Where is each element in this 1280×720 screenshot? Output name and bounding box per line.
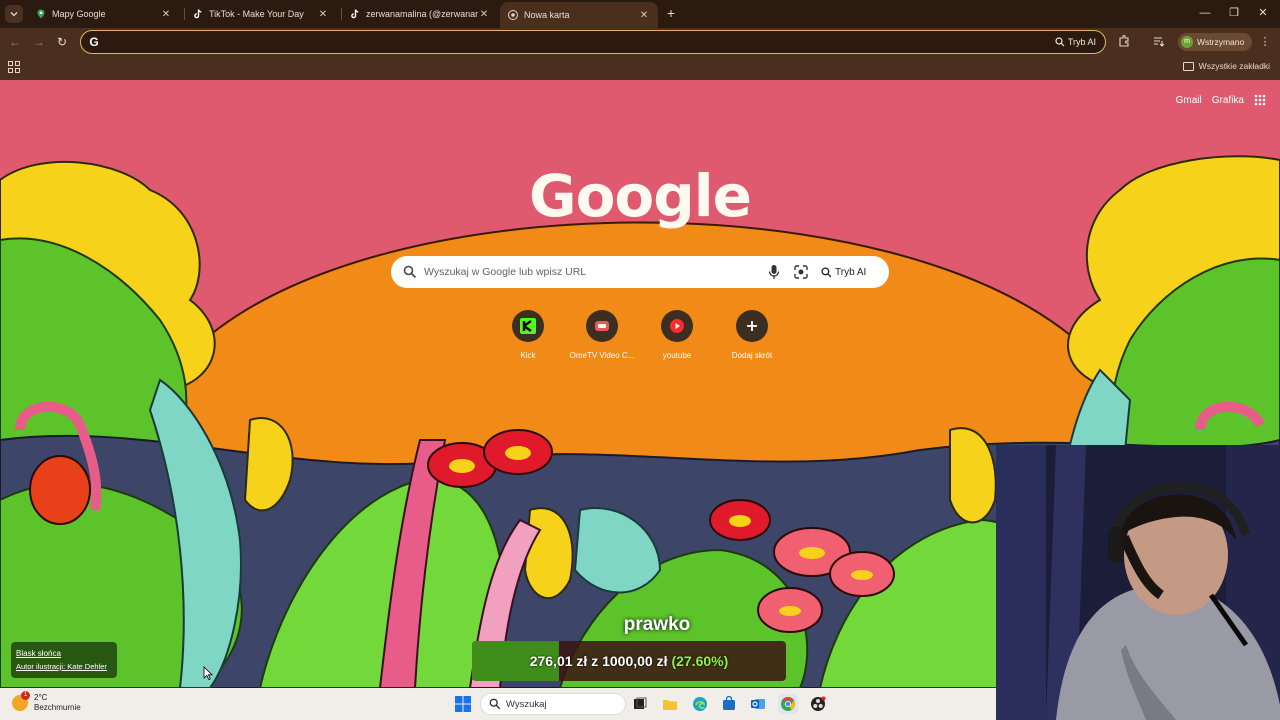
new-tab-button[interactable]: + bbox=[664, 6, 678, 20]
profile-button[interactable]: m Wstrzymano bbox=[1178, 33, 1252, 51]
notification-badge: 1 bbox=[21, 691, 30, 700]
weather-temperature: 2°C bbox=[34, 693, 48, 702]
chevron-down-icon bbox=[10, 12, 18, 17]
reload-icon[interactable]: ↻ bbox=[55, 35, 69, 49]
tab-zerwanamalina[interactable]: zerwanamalina (@zerwanamali ✕ bbox=[342, 3, 498, 25]
ometv-icon bbox=[595, 321, 609, 331]
restore-icon[interactable]: ❐ bbox=[1227, 6, 1241, 20]
ai-mode-label: Tryb AI bbox=[835, 266, 867, 278]
reading-list-icon[interactable] bbox=[1152, 35, 1166, 49]
background-title-link[interactable]: Blask słońca bbox=[16, 647, 112, 660]
profile-status-label: Wstrzymano bbox=[1197, 37, 1245, 47]
shortcut-ometv[interactable]: OmeTV Video C... bbox=[565, 310, 639, 360]
shortcut-kick[interactable]: Kick bbox=[491, 310, 565, 360]
close-icon[interactable]: ✕ bbox=[478, 8, 490, 20]
store-icon[interactable] bbox=[719, 694, 739, 714]
close-icon[interactable]: ✕ bbox=[638, 9, 650, 21]
background-credit[interactable]: Blask słońca Autor ilustracji: Kate Dehl… bbox=[11, 642, 117, 678]
shortcut-label: youtube bbox=[662, 351, 692, 360]
tab-strip: Mapy Google ✕ TikTok - Make Your Day ✕ z… bbox=[0, 0, 1280, 28]
google-lens-icon[interactable] bbox=[793, 264, 809, 280]
edge-icon[interactable] bbox=[690, 694, 710, 714]
address-bar[interactable]: G Tryb AI bbox=[80, 30, 1106, 54]
shortcut-label: Dodaj skrót bbox=[731, 351, 773, 360]
search-icon bbox=[489, 698, 501, 710]
avatar: m bbox=[1181, 36, 1193, 48]
ai-mode-button[interactable]: Tryb AI bbox=[1052, 34, 1099, 50]
kebab-menu-icon[interactable]: ⋮ bbox=[1258, 35, 1272, 49]
obs-icon[interactable] bbox=[808, 694, 828, 714]
tab-maps[interactable]: Mapy Google ✕ bbox=[28, 3, 180, 25]
maps-pin-icon bbox=[36, 9, 46, 19]
all-bookmarks-label: Wszystkie zakładki bbox=[1198, 61, 1270, 71]
goal-current: 276,01 zł bbox=[529, 653, 588, 669]
tab-tiktok[interactable]: TikTok - Make Your Day ✕ bbox=[185, 3, 337, 25]
window-close-icon[interactable]: ✕ bbox=[1256, 6, 1270, 20]
weather-widget[interactable]: 1 2°C Bezchmurnie bbox=[12, 691, 81, 713]
ai-mode-label: Tryb AI bbox=[1067, 37, 1096, 47]
file-explorer-icon[interactable] bbox=[660, 694, 680, 714]
address-input[interactable] bbox=[105, 33, 1045, 51]
back-arrow-icon[interactable]: ← bbox=[8, 35, 22, 49]
windows-start-icon[interactable] bbox=[455, 696, 471, 712]
google-g-icon: G bbox=[89, 35, 99, 49]
tab-label: TikTok - Make Your Day bbox=[209, 9, 304, 19]
search-icon bbox=[403, 265, 417, 279]
tiktok-icon bbox=[350, 9, 360, 19]
outlook-icon[interactable] bbox=[748, 694, 768, 714]
ai-mode-button[interactable]: Tryb AI bbox=[821, 263, 866, 281]
chrome-icon[interactable] bbox=[778, 694, 798, 714]
goal-percent: (27.60%) bbox=[671, 653, 729, 669]
ntp-search-box[interactable]: Tryb AI bbox=[391, 256, 889, 288]
windows-taskbar: 1 2°C Bezchmurnie Wyszukaj bbox=[0, 688, 996, 720]
extensions-puzzle-icon[interactable] bbox=[1117, 34, 1131, 49]
mouse-cursor-icon bbox=[203, 666, 213, 680]
sparkle-search-icon bbox=[1055, 37, 1065, 47]
shortcut-youtube[interactable]: youtube bbox=[640, 310, 714, 360]
images-link[interactable]: Grafika bbox=[1212, 95, 1244, 106]
microphone-icon[interactable] bbox=[767, 264, 781, 280]
taskbar-search[interactable]: Wyszukaj bbox=[480, 693, 626, 715]
task-view-icon[interactable] bbox=[630, 694, 650, 714]
tab-label: Mapy Google bbox=[52, 9, 106, 19]
background-author-link[interactable]: Autor ilustracji: Kate Dehler bbox=[16, 660, 112, 673]
apps-grid-icon[interactable] bbox=[8, 61, 20, 73]
forward-arrow-icon[interactable]: → bbox=[32, 35, 46, 49]
shortcut-label: Kick bbox=[520, 351, 536, 360]
folder-icon bbox=[1182, 61, 1194, 71]
close-icon[interactable]: ✕ bbox=[160, 8, 172, 20]
tab-label: zerwanamalina (@zerwanamali bbox=[366, 9, 478, 19]
taskbar-search-label: Wyszukaj bbox=[506, 698, 547, 710]
sparkle-search-icon bbox=[821, 266, 832, 277]
chrome-icon bbox=[508, 10, 518, 20]
minimize-icon[interactable]: — bbox=[1198, 6, 1212, 20]
weather-description: Bezchmurnie bbox=[34, 703, 81, 712]
youtube-icon bbox=[670, 319, 684, 333]
kick-icon bbox=[520, 318, 536, 334]
google-logo: Google bbox=[528, 162, 752, 230]
google-apps-icon[interactable] bbox=[1254, 94, 1266, 106]
bookmarks-bar: Wszystkie zakładki bbox=[0, 56, 1280, 80]
plus-icon bbox=[747, 321, 757, 331]
top-links: Gmail Grafika bbox=[1176, 94, 1266, 106]
tiktok-icon bbox=[193, 9, 203, 19]
gmail-link[interactable]: Gmail bbox=[1176, 95, 1202, 106]
tab-label: Nowa karta bbox=[524, 10, 570, 20]
goal-target: 1000,00 zł bbox=[602, 653, 668, 669]
tab-new-tab[interactable]: Nowa karta ✕ bbox=[500, 2, 658, 28]
close-icon[interactable]: ✕ bbox=[317, 8, 329, 20]
goal-joiner: z bbox=[591, 653, 599, 669]
shortcut-add[interactable]: Dodaj skrót bbox=[715, 310, 789, 360]
webcam-feed bbox=[996, 445, 1280, 720]
goal-title: prawko bbox=[623, 614, 691, 635]
shortcut-label: OmeTV Video C... bbox=[569, 351, 635, 360]
all-bookmarks-button[interactable]: Wszystkie zakładki bbox=[1182, 61, 1270, 71]
tab-search-button[interactable] bbox=[5, 5, 23, 23]
search-input[interactable] bbox=[424, 263, 754, 281]
sun-icon: 1 bbox=[12, 691, 30, 711]
goal-progress-bar: 276,01 zł z 1000,00 zł (27.60%) bbox=[472, 641, 786, 681]
browser-toolbar: ← → ↻ G Tryb AI ⋮ bbox=[0, 28, 1280, 56]
